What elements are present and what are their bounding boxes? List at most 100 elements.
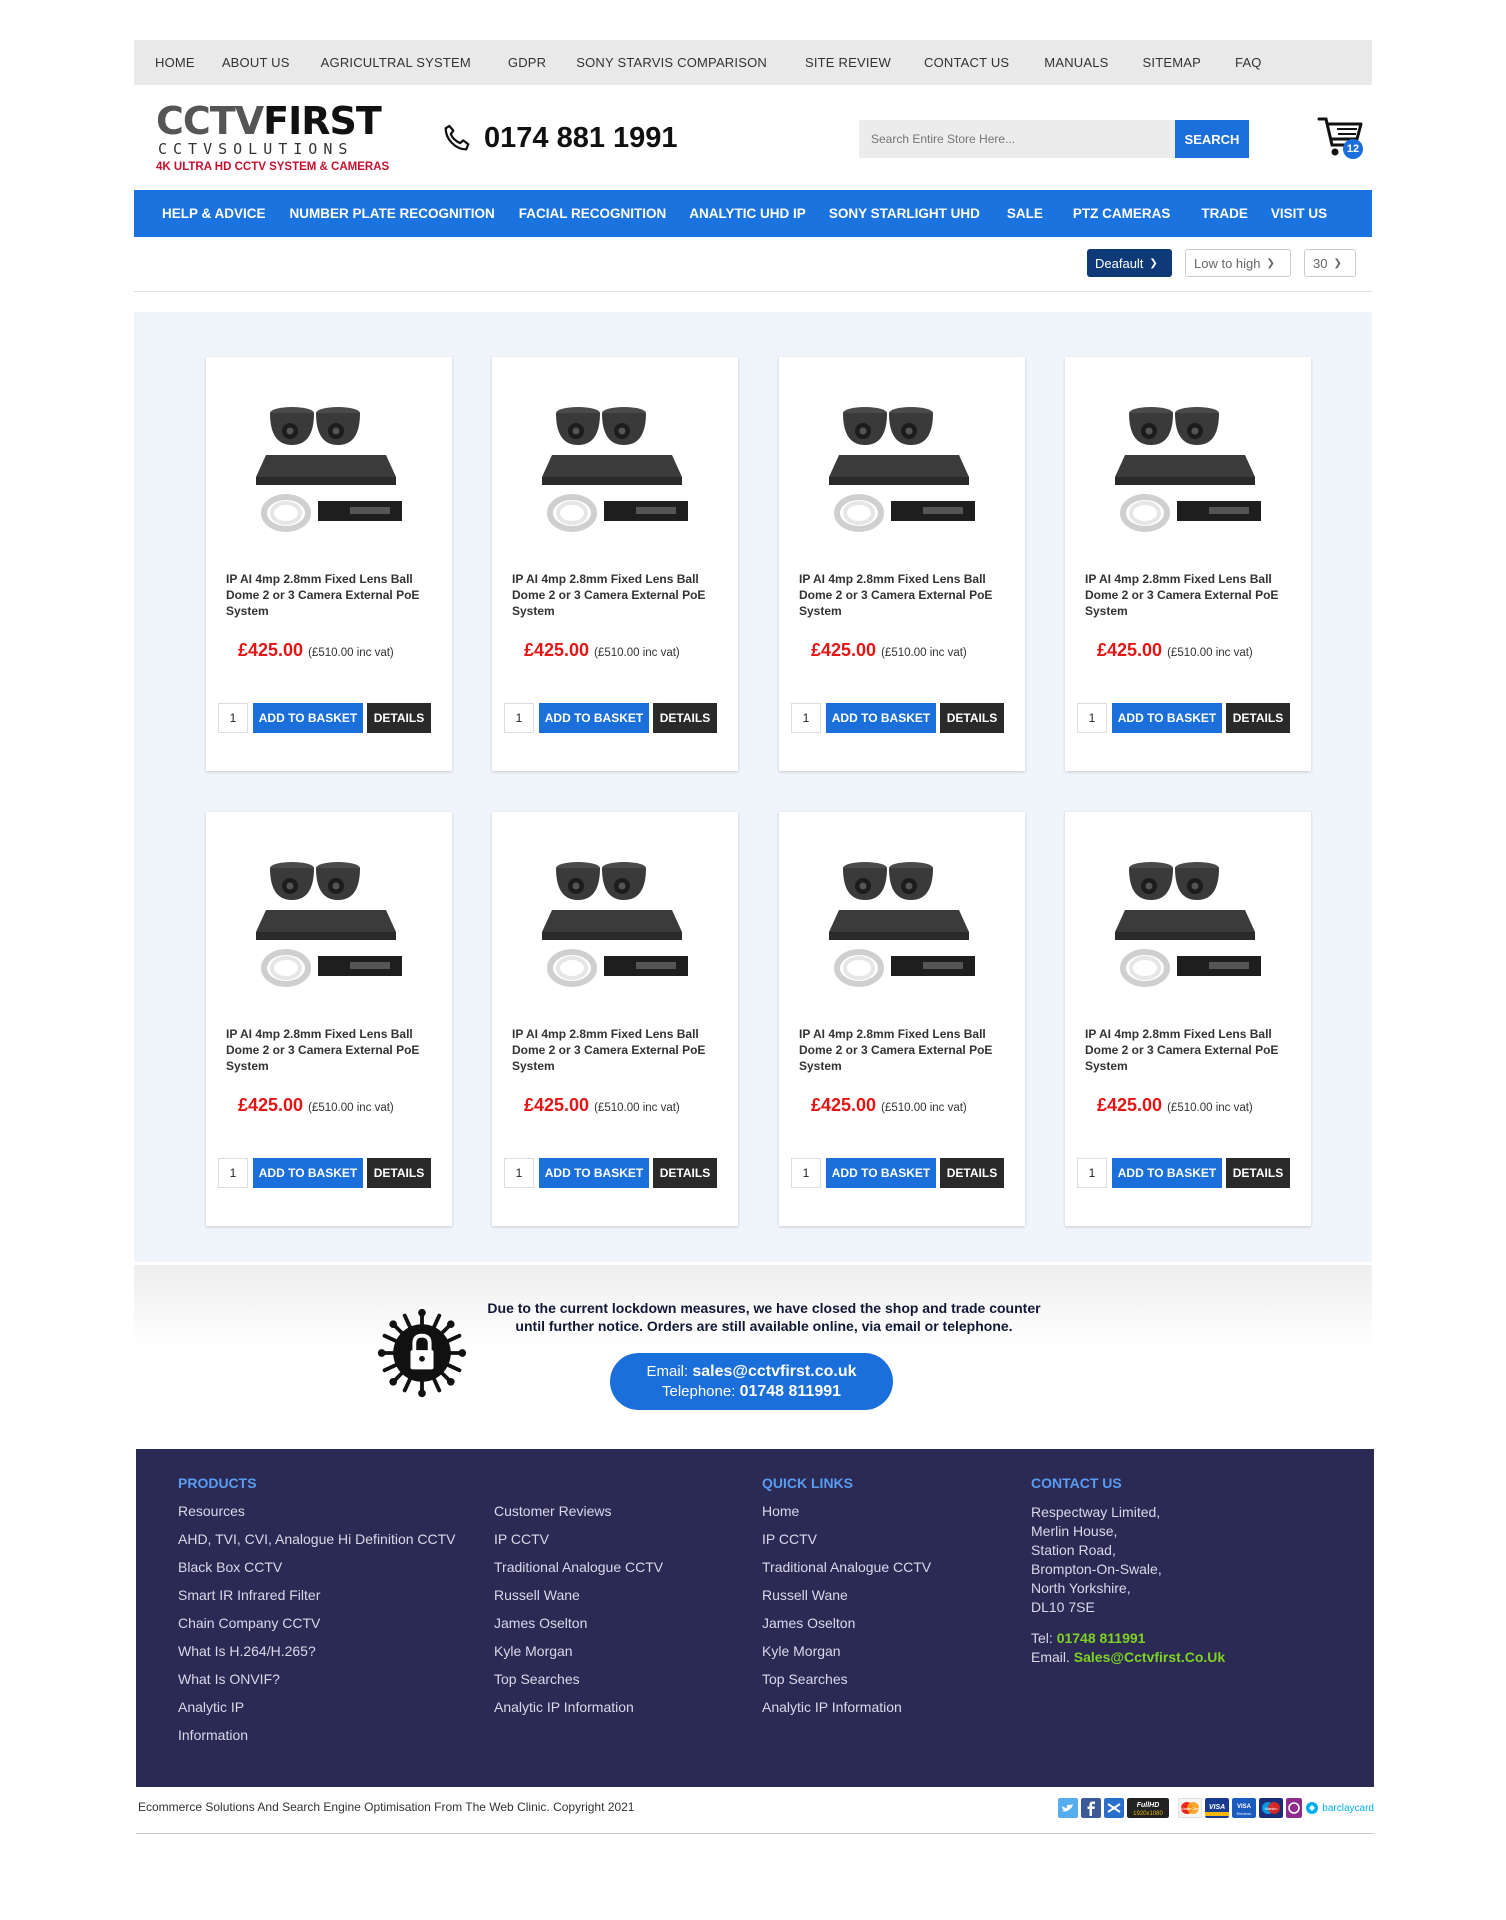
main-nav-sale[interactable]: SALE	[1007, 206, 1043, 221]
top-nav-about[interactable]: ABOUT US	[222, 55, 290, 70]
details-button[interactable]: DETAILS	[940, 703, 1004, 733]
lockdown-email-link[interactable]: sales@cctvfirst.co.uk	[692, 1363, 856, 1380]
header-phone[interactable]: 0174 881 1991	[440, 121, 678, 155]
top-nav-site-review[interactable]: SITE REVIEW	[805, 55, 891, 70]
cart-button[interactable]: 12	[1317, 115, 1367, 161]
product-image[interactable]	[246, 852, 406, 992]
facebook-icon[interactable]	[1081, 1798, 1102, 1818]
lockdown-phone-link[interactable]: 01748 811991	[740, 1383, 841, 1400]
details-button[interactable]: DETAILS	[1226, 703, 1290, 733]
add-to-basket-button[interactable]: ADD TO BASKET	[539, 703, 649, 733]
sort-order-select[interactable]: Deafault ❯	[1087, 249, 1172, 277]
twitter-icon[interactable]	[1058, 1798, 1079, 1818]
add-to-basket-button[interactable]: ADD TO BASKET	[826, 1158, 936, 1188]
copyright-text[interactable]: Ecommerce Solutions And Search Engine Op…	[138, 1800, 634, 1814]
per-page-select[interactable]: 30 ❯	[1304, 249, 1356, 277]
details-button[interactable]: DETAILS	[1226, 1158, 1290, 1188]
footer-product-link[interactable]: Resources	[178, 1503, 458, 1520]
details-button[interactable]: DETAILS	[940, 1158, 1004, 1188]
footer-link[interactable]: James Oselton	[494, 1615, 734, 1632]
top-nav-gdpr[interactable]: GDPR	[508, 55, 546, 70]
quantity-input[interactable]	[1077, 1158, 1107, 1188]
product-image[interactable]	[819, 397, 979, 537]
product-image[interactable]	[1105, 852, 1265, 992]
footer-link[interactable]: Analytic IP Information	[494, 1699, 734, 1716]
lockdown-email-row[interactable]: Email: sales@cctvfirst.co.uk	[610, 1362, 893, 1382]
product-title[interactable]: IP AI 4mp 2.8mm Fixed Lens Ball Dome 2 o…	[799, 1026, 1009, 1074]
details-button[interactable]: DETAILS	[653, 703, 717, 733]
main-nav-number-plate[interactable]: NUMBER PLATE RECOGNITION	[290, 206, 495, 221]
footer-quick-link[interactable]: Traditional Analogue CCTV	[762, 1559, 1002, 1576]
footer-product-link[interactable]: What Is ONVIF?	[178, 1671, 458, 1688]
main-nav-sony-starlight[interactable]: SONY STARLIGHT UHD	[829, 206, 980, 221]
footer-product-link[interactable]: Analytic IP	[178, 1699, 458, 1716]
add-to-basket-button[interactable]: ADD TO BASKET	[826, 703, 936, 733]
top-nav-sitemap[interactable]: SITEMAP	[1143, 55, 1201, 70]
main-nav-facial[interactable]: FACIAL RECOGNITION	[519, 206, 667, 221]
main-nav-ptz[interactable]: PTZ CAMERAS	[1073, 206, 1171, 221]
product-title[interactable]: IP AI 4mp 2.8mm Fixed Lens Ball Dome 2 o…	[512, 571, 722, 619]
footer-quick-link[interactable]: Russell Wane	[762, 1587, 1002, 1604]
add-to-basket-button[interactable]: ADD TO BASKET	[1112, 703, 1222, 733]
main-nav-visit[interactable]: VISIT US	[1271, 206, 1327, 221]
add-to-basket-button[interactable]: ADD TO BASKET	[1112, 1158, 1222, 1188]
price-order-select[interactable]: Low to high ❯	[1185, 249, 1291, 277]
main-nav-analytic-uhd[interactable]: ANALYTIC UHD IP	[689, 206, 806, 221]
delicious-icon[interactable]	[1104, 1798, 1125, 1818]
quantity-input[interactable]	[504, 1158, 534, 1188]
footer-link[interactable]: Russell Wane	[494, 1587, 734, 1604]
details-button[interactable]: DETAILS	[367, 703, 431, 733]
top-nav-sony-starvis[interactable]: SONY STARVIS COMPARISON	[576, 55, 767, 70]
product-title[interactable]: IP AI 4mp 2.8mm Fixed Lens Ball Dome 2 o…	[512, 1026, 722, 1074]
footer-product-link[interactable]: Chain Company CCTV	[178, 1615, 458, 1632]
product-image[interactable]	[1105, 397, 1265, 537]
top-nav-home[interactable]: HOME	[155, 55, 195, 70]
quantity-input[interactable]	[791, 703, 821, 733]
footer-tel-link[interactable]: 01748 811991	[1057, 1630, 1146, 1646]
footer-link[interactable]: Traditional Analogue CCTV	[494, 1559, 734, 1576]
add-to-basket-button[interactable]: ADD TO BASKET	[253, 1158, 363, 1188]
product-title[interactable]: IP AI 4mp 2.8mm Fixed Lens Ball Dome 2 o…	[799, 571, 1009, 619]
product-image[interactable]	[532, 397, 692, 537]
footer-product-link[interactable]: Black Box CCTV	[178, 1559, 458, 1576]
footer-email-link[interactable]: Sales@Cctvfirst.Co.Uk	[1074, 1649, 1225, 1665]
details-button[interactable]: DETAILS	[367, 1158, 431, 1188]
search-input[interactable]	[859, 120, 1175, 158]
footer-quick-link[interactable]: Top Searches	[762, 1671, 1002, 1688]
add-to-basket-button[interactable]: ADD TO BASKET	[539, 1158, 649, 1188]
add-to-basket-button[interactable]: ADD TO BASKET	[253, 703, 363, 733]
footer-quick-link[interactable]: Home	[762, 1503, 1002, 1520]
footer-quick-link[interactable]: Kyle Morgan	[762, 1643, 1002, 1660]
site-logo[interactable]: CCTVFIRST CCTVSOLUTIONS 4K ULTRA HD CCTV…	[156, 101, 426, 173]
footer-product-link[interactable]: What Is H.264/H.265?	[178, 1643, 458, 1660]
footer-product-link[interactable]: Smart IR Infrared Filter	[178, 1587, 458, 1604]
top-nav-manuals[interactable]: MANUALS	[1044, 55, 1108, 70]
product-image[interactable]	[532, 852, 692, 992]
main-nav-trade[interactable]: TRADE	[1201, 206, 1248, 221]
footer-link[interactable]: IP CCTV	[494, 1531, 734, 1548]
footer-link[interactable]: Customer Reviews	[494, 1503, 734, 1520]
quantity-input[interactable]	[218, 703, 248, 733]
product-image[interactable]	[246, 397, 406, 537]
quantity-input[interactable]	[1077, 703, 1107, 733]
footer-product-link[interactable]: AHD, TVI, CVI, Analogue Hi Definition CC…	[178, 1531, 458, 1548]
product-image[interactable]	[819, 852, 979, 992]
footer-quick-link[interactable]: Analytic IP Information	[762, 1699, 1002, 1716]
top-nav-agricultural[interactable]: AGRICULTRAL SYSTEM	[321, 55, 471, 70]
footer-product-link[interactable]: Information	[178, 1727, 458, 1744]
footer-link[interactable]: Kyle Morgan	[494, 1643, 734, 1660]
quantity-input[interactable]	[791, 1158, 821, 1188]
quantity-input[interactable]	[504, 703, 534, 733]
product-title[interactable]: IP AI 4mp 2.8mm Fixed Lens Ball Dome 2 o…	[1085, 571, 1295, 619]
lockdown-phone-row[interactable]: Telephone: 01748 811991	[610, 1382, 893, 1402]
search-button[interactable]: SEARCH	[1175, 120, 1249, 158]
details-button[interactable]: DETAILS	[653, 1158, 717, 1188]
top-nav-faq[interactable]: FAQ	[1235, 55, 1262, 70]
product-title[interactable]: IP AI 4mp 2.8mm Fixed Lens Ball Dome 2 o…	[226, 571, 436, 619]
top-nav-contact[interactable]: CONTACT US	[924, 55, 1009, 70]
main-nav-help[interactable]: HELP & ADVICE	[162, 206, 266, 221]
product-title[interactable]: IP AI 4mp 2.8mm Fixed Lens Ball Dome 2 o…	[226, 1026, 436, 1074]
footer-quick-link[interactable]: IP CCTV	[762, 1531, 1002, 1548]
product-title[interactable]: IP AI 4mp 2.8mm Fixed Lens Ball Dome 2 o…	[1085, 1026, 1295, 1074]
footer-link[interactable]: Top Searches	[494, 1671, 734, 1688]
